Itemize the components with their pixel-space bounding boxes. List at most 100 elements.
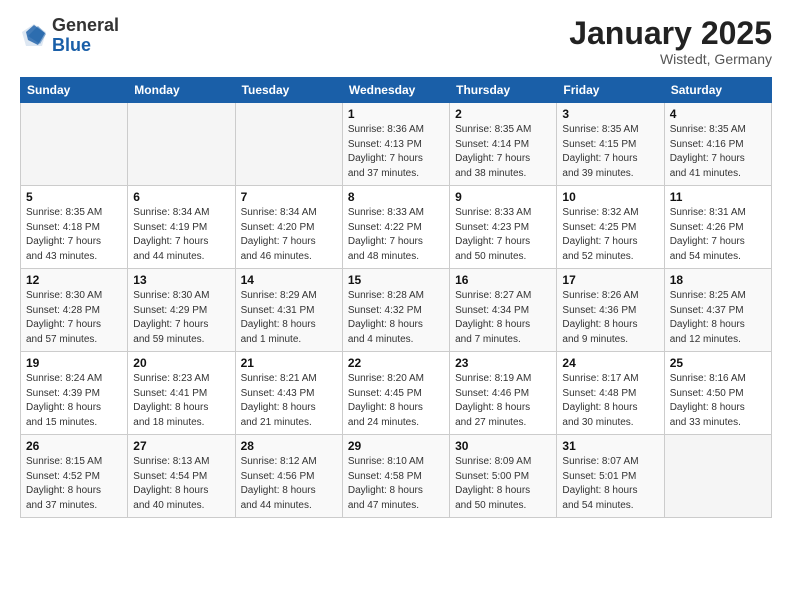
- day-info: Sunrise: 8:36 AMSunset: 4:13 PMDaylight:…: [348, 123, 444, 181]
- table-row: 4 Sunrise: 8:35 AMSunset: 4:16 PMDaylight…: [664, 103, 771, 186]
- table-row: 8 Sunrise: 8:33 AMSunset: 4:22 PMDaylight…: [342, 186, 449, 269]
- table-row: 11 Sunrise: 8:31 AMSunset: 4:26 PMDayligh…: [664, 186, 771, 269]
- day-info: Sunrise: 8:12 AMSunset: 4:56 PMDaylight:…: [241, 455, 337, 513]
- header-sunday: Sunday: [21, 78, 128, 103]
- title-block: January 2025 Wistedt, Germany: [569, 16, 772, 67]
- day-number: 24: [562, 356, 658, 370]
- day-number: 31: [562, 439, 658, 453]
- day-number: 6: [133, 190, 229, 204]
- day-info: Sunrise: 8:29 AMSunset: 4:31 PMDaylight:…: [241, 289, 337, 347]
- table-row: 24 Sunrise: 8:17 AMSunset: 4:48 PMDayligh…: [557, 352, 664, 435]
- table-row: 2 Sunrise: 8:35 AMSunset: 4:14 PMDaylight…: [450, 103, 557, 186]
- day-number: 2: [455, 107, 551, 121]
- day-number: 5: [26, 190, 122, 204]
- month-title: January 2025: [569, 16, 772, 51]
- header-saturday: Saturday: [664, 78, 771, 103]
- day-info: Sunrise: 8:19 AMSunset: 4:46 PMDaylight:…: [455, 372, 551, 430]
- day-info: Sunrise: 8:34 AMSunset: 4:19 PMDaylight:…: [133, 206, 229, 264]
- day-info: Sunrise: 8:31 AMSunset: 4:26 PMDaylight:…: [670, 206, 766, 264]
- table-row: 18Sunrise: 8:25 AMSunset: 4:37 PMDayligh…: [664, 269, 771, 352]
- calendar-week-2: 5 Sunrise: 8:35 AMSunset: 4:18 PMDaylight…: [21, 186, 772, 269]
- logo-text: General Blue: [52, 16, 119, 56]
- day-info: Sunrise: 8:35 AMSunset: 4:18 PMDaylight:…: [26, 206, 122, 264]
- day-number: 12: [26, 273, 122, 287]
- table-row: [235, 103, 342, 186]
- day-info: Sunrise: 8:27 AMSunset: 4:34 PMDaylight:…: [455, 289, 551, 347]
- day-info: Sunrise: 8:17 AMSunset: 4:48 PMDaylight:…: [562, 372, 658, 430]
- table-row: 26Sunrise: 8:15 AMSunset: 4:52 PMDayligh…: [21, 435, 128, 518]
- day-number: 27: [133, 439, 229, 453]
- table-row: [128, 103, 235, 186]
- logo-general: General: [52, 16, 119, 36]
- calendar-week-1: 1 Sunrise: 8:36 AMSunset: 4:13 PMDaylight…: [21, 103, 772, 186]
- day-info: Sunrise: 8:35 AMSunset: 4:14 PMDaylight:…: [455, 123, 551, 181]
- table-row: 19Sunrise: 8:24 AMSunset: 4:39 PMDayligh…: [21, 352, 128, 435]
- table-row: 3 Sunrise: 8:35 AMSunset: 4:15 PMDaylight…: [557, 103, 664, 186]
- calendar-header-row: Sunday Monday Tuesday Wednesday Thursday…: [21, 78, 772, 103]
- day-info: Sunrise: 8:30 AMSunset: 4:28 PMDaylight:…: [26, 289, 122, 347]
- table-row: 30Sunrise: 8:09 AMSunset: 5:00 PMDayligh…: [450, 435, 557, 518]
- table-row: 16 Sunrise: 8:27 AMSunset: 4:34 PMDayligh…: [450, 269, 557, 352]
- day-number: 8: [348, 190, 444, 204]
- day-info: Sunrise: 8:24 AMSunset: 4:39 PMDaylight:…: [26, 372, 122, 430]
- table-row: [664, 435, 771, 518]
- logo: General Blue: [20, 16, 119, 56]
- day-number: 23: [455, 356, 551, 370]
- day-info: Sunrise: 8:26 AMSunset: 4:36 PMDaylight:…: [562, 289, 658, 347]
- table-row: 1 Sunrise: 8:36 AMSunset: 4:13 PMDaylight…: [342, 103, 449, 186]
- day-info: Sunrise: 8:07 AMSunset: 5:01 PMDaylight:…: [562, 455, 658, 513]
- table-row: [21, 103, 128, 186]
- day-info: Sunrise: 8:28 AMSunset: 4:32 PMDaylight:…: [348, 289, 444, 347]
- table-row: 22 Sunrise: 8:20 AMSunset: 4:45 PMDayligh…: [342, 352, 449, 435]
- day-number: 11: [670, 190, 766, 204]
- day-number: 22: [348, 356, 444, 370]
- day-number: 10: [562, 190, 658, 204]
- table-row: 27 Sunrise: 8:13 AMSunset: 4:54 PMDayligh…: [128, 435, 235, 518]
- table-row: 31 Sunrise: 8:07 AMSunset: 5:01 PMDayligh…: [557, 435, 664, 518]
- day-number: 1: [348, 107, 444, 121]
- day-info: Sunrise: 8:16 AMSunset: 4:50 PMDaylight:…: [670, 372, 766, 430]
- table-row: 6 Sunrise: 8:34 AMSunset: 4:19 PMDaylight…: [128, 186, 235, 269]
- day-number: 29: [348, 439, 444, 453]
- day-info: Sunrise: 8:35 AMSunset: 4:16 PMDaylight:…: [670, 123, 766, 181]
- day-number: 28: [241, 439, 337, 453]
- day-info: Sunrise: 8:33 AMSunset: 4:23 PMDaylight:…: [455, 206, 551, 264]
- day-number: 3: [562, 107, 658, 121]
- day-number: 20: [133, 356, 229, 370]
- table-row: 5 Sunrise: 8:35 AMSunset: 4:18 PMDaylight…: [21, 186, 128, 269]
- table-row: 14 Sunrise: 8:29 AMSunset: 4:31 PMDayligh…: [235, 269, 342, 352]
- day-number: 4: [670, 107, 766, 121]
- table-row: 20Sunrise: 8:23 AMSunset: 4:41 PMDayligh…: [128, 352, 235, 435]
- header-wednesday: Wednesday: [342, 78, 449, 103]
- day-number: 14: [241, 273, 337, 287]
- day-number: 15: [348, 273, 444, 287]
- day-number: 16: [455, 273, 551, 287]
- table-row: 17 Sunrise: 8:26 AMSunset: 4:36 PMDayligh…: [557, 269, 664, 352]
- table-row: 25 Sunrise: 8:16 AMSunset: 4:50 PMDayligh…: [664, 352, 771, 435]
- day-number: 30: [455, 439, 551, 453]
- day-number: 17: [562, 273, 658, 287]
- table-row: 28 Sunrise: 8:12 AMSunset: 4:56 PMDayligh…: [235, 435, 342, 518]
- logo-blue: Blue: [52, 36, 119, 56]
- header-friday: Friday: [557, 78, 664, 103]
- day-info: Sunrise: 8:25 AMSunset: 4:37 PMDaylight:…: [670, 289, 766, 347]
- day-info: Sunrise: 8:15 AMSunset: 4:52 PMDaylight:…: [26, 455, 122, 513]
- day-number: 13: [133, 273, 229, 287]
- table-row: 9Sunrise: 8:33 AMSunset: 4:23 PMDaylight…: [450, 186, 557, 269]
- table-row: 29 Sunrise: 8:10 AMSunset: 4:58 PMDayligh…: [342, 435, 449, 518]
- day-info: Sunrise: 8:35 AMSunset: 4:15 PMDaylight:…: [562, 123, 658, 181]
- day-info: Sunrise: 8:33 AMSunset: 4:22 PMDaylight:…: [348, 206, 444, 264]
- header: General Blue January 2025 Wistedt, Germa…: [20, 16, 772, 67]
- table-row: 15 Sunrise: 8:28 AMSunset: 4:32 PMDayligh…: [342, 269, 449, 352]
- day-info: Sunrise: 8:30 AMSunset: 4:29 PMDaylight:…: [133, 289, 229, 347]
- day-number: 25: [670, 356, 766, 370]
- day-info: Sunrise: 8:21 AMSunset: 4:43 PMDaylight:…: [241, 372, 337, 430]
- day-info: Sunrise: 8:34 AMSunset: 4:20 PMDaylight:…: [241, 206, 337, 264]
- header-monday: Monday: [128, 78, 235, 103]
- day-info: Sunrise: 8:13 AMSunset: 4:54 PMDaylight:…: [133, 455, 229, 513]
- calendar-week-5: 26Sunrise: 8:15 AMSunset: 4:52 PMDayligh…: [21, 435, 772, 518]
- logo-icon: [20, 22, 48, 50]
- day-info: Sunrise: 8:10 AMSunset: 4:58 PMDaylight:…: [348, 455, 444, 513]
- day-info: Sunrise: 8:20 AMSunset: 4:45 PMDaylight:…: [348, 372, 444, 430]
- table-row: 23 Sunrise: 8:19 AMSunset: 4:46 PMDayligh…: [450, 352, 557, 435]
